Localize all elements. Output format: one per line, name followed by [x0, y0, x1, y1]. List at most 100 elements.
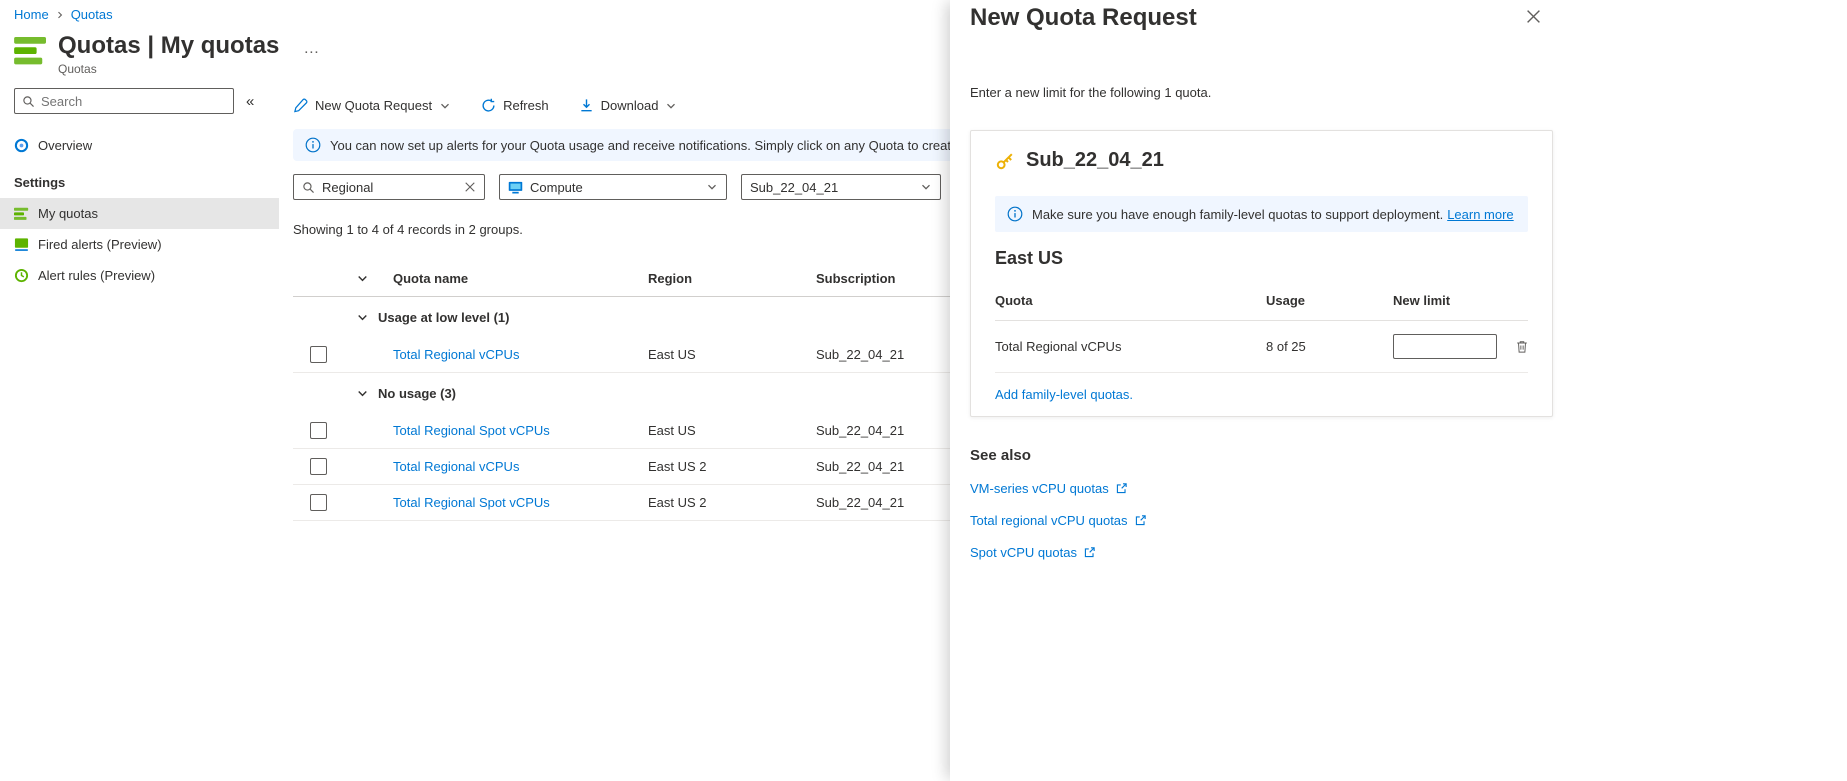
pencil-icon [293, 98, 308, 113]
learn-more-link[interactable]: Learn more [1447, 207, 1513, 222]
quota-name-link[interactable]: Total Regional Spot vCPUs [393, 495, 550, 510]
my-quotas-icon [14, 207, 29, 221]
quotas-service-icon [14, 36, 48, 66]
see-also-link-label: Total regional vCPU quotas [970, 513, 1128, 528]
external-link-icon [1083, 546, 1096, 559]
subscription-dropdown-value: Sub_22_04_21 [750, 179, 839, 195]
subscription-card: Sub_22_04_21 Make sure you have enough f… [970, 130, 1553, 417]
collapse-sidebar-button[interactable]: « [246, 93, 254, 110]
sidebar-item-label: Overview [38, 138, 93, 153]
search-icon [22, 95, 35, 108]
sidebar-item-fired-alerts[interactable]: Fired alerts (Preview) [0, 229, 279, 260]
external-link-icon [1134, 514, 1147, 527]
row-region: East US [648, 423, 696, 438]
quotas-page: Home Quotas Quotas | My quotas Quotas … [0, 0, 1847, 781]
quota-name-link[interactable]: Total Regional Spot vCPUs [393, 423, 550, 438]
panel-row-usage: 8 of 25 [1266, 339, 1306, 354]
sidebar: « Overview Settings My quotas [0, 88, 279, 291]
trash-icon[interactable] [1515, 339, 1529, 354]
family-quota-info-banner: Make sure you have enough family-level q… [995, 196, 1528, 232]
service-dropdown-value: Compute [530, 179, 583, 195]
new-quota-request-label: New Quota Request [315, 98, 433, 113]
column-header-usage: Usage [1266, 293, 1306, 308]
sidebar-nav: Overview Settings My quotas Fired alerts… [0, 130, 279, 291]
quota-name-link[interactable]: Total Regional vCPUs [393, 347, 519, 362]
panel-table-row: Total Regional vCPUs 8 of 25 [995, 321, 1528, 373]
subscription-dropdown[interactable]: Sub_22_04_21 [741, 174, 941, 200]
row-checkbox[interactable] [310, 494, 327, 511]
more-button[interactable]: … [303, 40, 320, 58]
info-icon [1007, 206, 1023, 222]
download-button[interactable]: Download [579, 98, 678, 113]
new-quota-request-panel: New Quota Request Enter a new limit for … [950, 0, 1847, 781]
download-label: Download [600, 98, 659, 113]
chevron-down-icon [356, 387, 369, 400]
info-banner-text: Make sure you have enough family-level q… [1032, 207, 1514, 222]
refresh-label: Refresh [503, 98, 549, 113]
see-also-heading: See also [970, 447, 1031, 464]
region-heading: East US [995, 248, 1064, 268]
alert-rules-icon [14, 268, 29, 283]
sidebar-item-label: Fired alerts (Preview) [38, 237, 162, 252]
row-checkbox[interactable] [310, 346, 327, 363]
sidebar-search-input[interactable] [41, 93, 226, 109]
row-region: East US 2 [648, 495, 707, 510]
sidebar-item-overview[interactable]: Overview [0, 130, 279, 161]
see-also-link-spot[interactable]: Spot vCPU quotas [970, 545, 1096, 560]
see-also-link-total-regional[interactable]: Total regional vCPU quotas [970, 513, 1147, 528]
sidebar-search-box[interactable] [14, 88, 234, 114]
new-quota-request-button[interactable]: New Quota Request [293, 98, 451, 113]
new-limit-input[interactable] [1393, 334, 1497, 359]
clear-search-icon[interactable] [464, 181, 476, 193]
breadcrumb-quotas[interactable]: Quotas [71, 7, 113, 22]
subscription-name: Sub_22_04_21 [1026, 149, 1164, 171]
panel-row-quota: Total Regional vCPUs [995, 339, 1122, 354]
quota-search-input[interactable] [322, 179, 457, 195]
chevron-down-icon [665, 100, 677, 112]
panel-description: Enter a new limit for the following 1 qu… [970, 85, 1212, 100]
overview-icon [14, 138, 29, 153]
key-icon [995, 151, 1015, 171]
quota-search-filter[interactable] [293, 174, 485, 200]
add-family-quotas-link[interactable]: Add family-level quotas. [995, 387, 1133, 402]
close-panel-button[interactable] [1526, 9, 1541, 24]
column-header-quota: Quota [995, 293, 1033, 308]
chevron-down-icon [706, 181, 718, 193]
column-header-region[interactable]: Region [648, 271, 816, 286]
row-region: East US 2 [648, 459, 707, 474]
refresh-button[interactable]: Refresh [481, 98, 549, 113]
panel-content: New Quota Request Enter a new limit for … [950, 0, 1553, 560]
see-also-link-label: Spot vCPU quotas [970, 545, 1077, 560]
panel-title: New Quota Request [970, 4, 1197, 31]
page-title: Quotas | My quotas [58, 32, 280, 59]
service-dropdown[interactable]: Compute [499, 174, 727, 200]
sidebar-item-my-quotas[interactable]: My quotas [0, 198, 279, 229]
external-link-icon [1115, 482, 1128, 495]
column-header-quota-name[interactable]: Quota name [393, 271, 648, 286]
chevron-down-icon [920, 181, 932, 193]
expand-all-chevron[interactable] [293, 272, 393, 285]
column-header-new-limit: New limit [1393, 293, 1451, 308]
title-block: Quotas | My quotas Quotas [58, 32, 279, 76]
sidebar-search-row: « [0, 88, 279, 114]
chevron-right-icon [55, 10, 65, 20]
refresh-icon [481, 98, 496, 113]
sidebar-item-label: My quotas [38, 206, 98, 221]
download-icon [579, 98, 594, 113]
search-icon [302, 181, 315, 194]
see-also-link-label: VM-series vCPU quotas [970, 481, 1109, 496]
row-checkbox[interactable] [310, 422, 327, 439]
sidebar-item-label: Alert rules (Preview) [38, 268, 156, 283]
page-subtitle: Quotas [58, 62, 97, 76]
chevron-down-icon [356, 311, 369, 324]
breadcrumb-home[interactable]: Home [14, 7, 49, 22]
subscription-card-header: Sub_22_04_21 [995, 149, 1528, 172]
panel-table-header: Quota Usage New limit [995, 293, 1528, 321]
chevron-down-icon [439, 100, 451, 112]
info-icon [305, 137, 321, 153]
quota-name-link[interactable]: Total Regional vCPUs [393, 459, 519, 474]
row-checkbox[interactable] [310, 458, 327, 475]
row-region: East US [648, 347, 696, 362]
see-also-link-vm-series[interactable]: VM-series vCPU quotas [970, 481, 1128, 496]
sidebar-item-alert-rules[interactable]: Alert rules (Preview) [0, 260, 279, 291]
